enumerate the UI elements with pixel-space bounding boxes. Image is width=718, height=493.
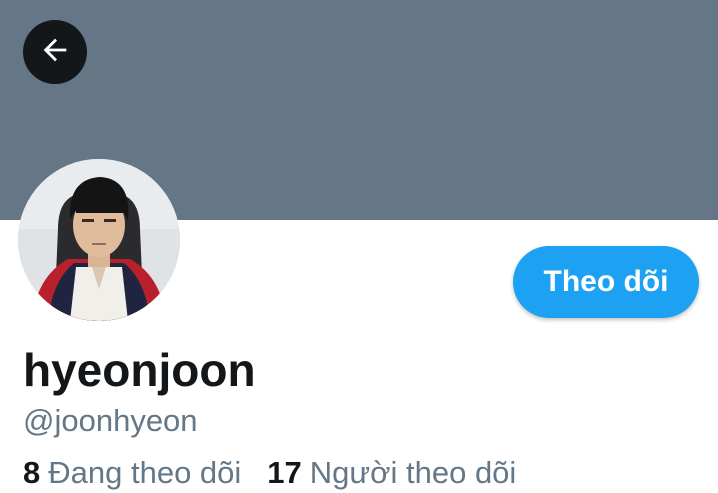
back-button[interactable] bbox=[23, 20, 87, 84]
following-count: 8 bbox=[23, 455, 41, 490]
follow-button[interactable]: Theo dõi bbox=[513, 246, 699, 318]
avatar[interactable] bbox=[18, 159, 180, 321]
followers-stat[interactable]: 17 Người theo dõi bbox=[267, 453, 516, 493]
followers-label: Người theo dõi bbox=[309, 455, 517, 490]
profile-stats: 8 Đang theo dõi 17 Người theo dõi bbox=[23, 453, 516, 493]
arrow-left-icon bbox=[38, 33, 72, 72]
handle: @joonhyeon bbox=[23, 403, 198, 438]
following-label: Đang theo dõi bbox=[48, 455, 242, 490]
following-stat[interactable]: 8 Đang theo dõi bbox=[23, 453, 241, 493]
display-name: hyeonjoon bbox=[23, 344, 256, 396]
followers-count: 17 bbox=[267, 455, 302, 490]
